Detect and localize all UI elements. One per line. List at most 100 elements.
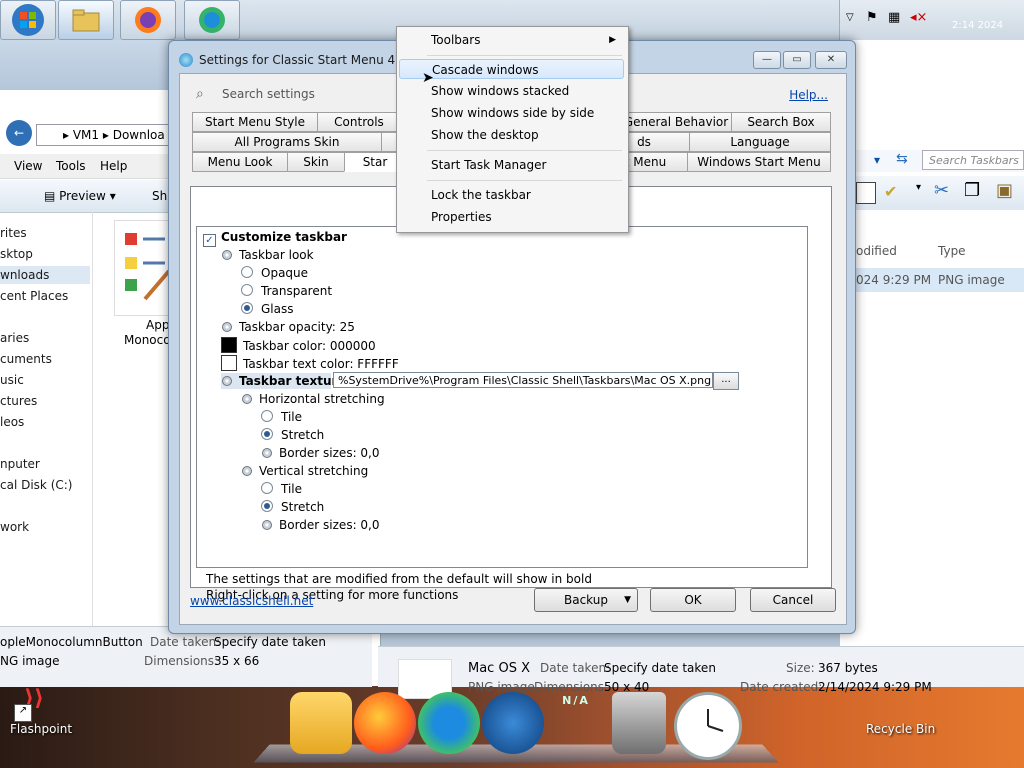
detail-date-value[interactable]: Specify date taken bbox=[604, 661, 716, 675]
radio-selected-icon[interactable] bbox=[261, 500, 273, 512]
tab-search-box[interactable]: Search Box bbox=[731, 112, 831, 132]
file-explorer-taskbar-button[interactable] bbox=[58, 0, 114, 40]
tab-hidden[interactable] bbox=[381, 132, 397, 152]
view-toggle-icon[interactable] bbox=[856, 182, 876, 204]
minimize-button[interactable]: — bbox=[753, 51, 781, 69]
address-segment[interactable]: VM1 bbox=[73, 128, 99, 142]
menu-view[interactable]: View bbox=[14, 159, 42, 173]
nav-network[interactable]: work bbox=[0, 520, 29, 534]
nav-music[interactable]: usic bbox=[0, 373, 24, 387]
tab-language[interactable]: Language bbox=[689, 132, 831, 152]
scissors-icon[interactable]: ✂ bbox=[934, 180, 949, 201]
radio-selected-icon[interactable] bbox=[261, 428, 273, 440]
nav-favorites[interactable]: rites bbox=[0, 226, 27, 240]
dock-clock-icon[interactable] bbox=[674, 692, 742, 760]
v-tile-option[interactable]: Tile bbox=[261, 481, 302, 497]
paste-icon[interactable]: ▣ bbox=[996, 180, 1013, 201]
h-stretch-option[interactable]: Stretch bbox=[261, 427, 324, 443]
tab-general-behavior[interactable]: General Behavior bbox=[620, 112, 732, 132]
cancel-button[interactable]: Cancel bbox=[750, 588, 836, 612]
column-type[interactable]: Type bbox=[938, 244, 966, 258]
dock-trash-icon[interactable] bbox=[612, 692, 666, 754]
flashpoint-label[interactable]: Flashpoint bbox=[10, 722, 72, 736]
taskbar-opacity-row[interactable]: Taskbar opacity: 25 bbox=[221, 319, 355, 335]
tray-clock[interactable]: 2:14 2024 bbox=[952, 20, 1003, 31]
taskbar-texture-row[interactable]: Taskbar texture bbox=[221, 373, 346, 389]
dock-windows-start-icon[interactable] bbox=[482, 692, 544, 754]
tray-expand-icon[interactable]: ▽ bbox=[846, 12, 854, 23]
detail-date-value[interactable]: Specify date taken bbox=[214, 635, 326, 649]
dropdown-icon[interactable]: ▾ bbox=[916, 182, 921, 193]
checkbox-checked-icon[interactable]: ✓ bbox=[203, 234, 216, 247]
tab-start-menu-style[interactable]: Start Menu Style bbox=[192, 112, 318, 132]
texture-path-input[interactable]: %SystemDrive%\Program Files\Classic Shel… bbox=[333, 372, 713, 388]
search-taskbars-input[interactable]: Search Taskbars bbox=[922, 150, 1024, 170]
copy-icon[interactable]: ❐ bbox=[964, 180, 980, 201]
vertical-stretching-row[interactable]: Vertical stretching bbox=[241, 463, 368, 479]
classicshell-website-link[interactable]: www.classicshell.net bbox=[190, 594, 313, 608]
menu-item-properties[interactable]: Properties bbox=[399, 207, 624, 227]
column-modified[interactable]: odified bbox=[856, 244, 897, 258]
nav-pictures[interactable]: ctures bbox=[0, 394, 37, 408]
menu-item-toolbars[interactable]: Toolbars ▶ bbox=[399, 30, 624, 50]
transparent-option[interactable]: Transparent bbox=[241, 283, 332, 299]
dock-edge-icon[interactable] bbox=[418, 692, 480, 754]
menu-item-lock-taskbar[interactable]: Lock the taskbar bbox=[399, 185, 624, 205]
network-icon[interactable]: ▦ bbox=[888, 10, 900, 25]
close-button[interactable]: ✕ bbox=[815, 51, 847, 69]
nav-downloads[interactable]: wnloads bbox=[0, 266, 90, 284]
v-border-sizes-row[interactable]: Border sizes: 0,0 bbox=[261, 517, 380, 533]
nav-recent-places[interactable]: cent Places bbox=[0, 289, 68, 303]
nav-documents[interactable]: cuments bbox=[0, 352, 52, 366]
nav-computer[interactable]: nputer bbox=[0, 457, 40, 471]
taskbar-color-row[interactable]: Taskbar color: 000000 bbox=[221, 337, 376, 353]
tab-windows-start-menu[interactable]: Windows Start Menu bbox=[687, 152, 831, 172]
h-tile-option[interactable]: Tile bbox=[261, 409, 302, 425]
radio-icon[interactable] bbox=[241, 266, 253, 278]
refresh-icon[interactable]: ⇆ bbox=[896, 151, 908, 167]
nav-libraries[interactable]: aries bbox=[0, 331, 29, 345]
menu-tools[interactable]: Tools bbox=[56, 159, 86, 173]
edge-taskbar-button[interactable] bbox=[184, 0, 240, 40]
nav-local-disk[interactable]: cal Disk (C:) bbox=[0, 478, 72, 492]
flag-icon[interactable]: ⚑ bbox=[866, 10, 878, 25]
menu-item-show-windows-side-by-side[interactable]: Show windows side by side bbox=[399, 103, 624, 123]
menu-help[interactable]: Help bbox=[100, 159, 127, 173]
tab-all-programs-skin[interactable]: All Programs Skin bbox=[192, 132, 382, 152]
glass-option[interactable]: Glass bbox=[241, 301, 294, 317]
file-label[interactable]: App bbox=[146, 318, 169, 332]
radio-selected-icon[interactable] bbox=[241, 302, 253, 314]
dock-firefox-icon[interactable] bbox=[354, 692, 416, 754]
help-link[interactable]: Help... bbox=[789, 88, 828, 102]
taskbar-text-color-row[interactable]: Taskbar text color: FFFFFF bbox=[221, 355, 399, 371]
maximize-button[interactable]: ▭ bbox=[783, 51, 811, 69]
dropdown-arrow-icon[interactable]: ▼ bbox=[624, 589, 631, 611]
recycle-bin-label[interactable]: Recycle Bin bbox=[866, 722, 935, 736]
dropdown-arrow-icon[interactable]: ▾ bbox=[874, 153, 880, 167]
checklist-icon[interactable]: ✔ bbox=[884, 182, 897, 201]
back-arrow-icon[interactable]: ← bbox=[6, 120, 32, 146]
h-border-sizes-row[interactable]: Border sizes: 0,0 bbox=[261, 445, 380, 461]
backup-button[interactable]: Backup ▼ bbox=[534, 588, 638, 612]
tab-menu-look[interactable]: Menu Look bbox=[192, 152, 288, 172]
file-label-2[interactable]: Monoco bbox=[124, 333, 171, 347]
browse-button[interactable]: ... bbox=[713, 372, 739, 390]
ok-button[interactable]: OK bbox=[650, 588, 736, 612]
radio-icon[interactable] bbox=[241, 284, 253, 296]
address-segment[interactable]: Downloa bbox=[113, 128, 165, 142]
radio-icon[interactable] bbox=[261, 410, 273, 422]
file-row[interactable]: 024 9:29 PM PNG image bbox=[840, 268, 1024, 292]
radio-icon[interactable] bbox=[261, 482, 273, 494]
customize-taskbar-row[interactable]: ✓ Customize taskbar bbox=[203, 229, 347, 247]
search-settings-input[interactable]: Search settings bbox=[196, 84, 406, 104]
preview-button[interactable]: ▤ Preview ▾ bbox=[44, 189, 116, 203]
horizontal-stretching-row[interactable]: Horizontal stretching bbox=[241, 391, 385, 407]
dock-file-explorer-icon[interactable] bbox=[290, 692, 352, 754]
color-swatch-black[interactable] bbox=[221, 337, 237, 353]
taskbar-look-row[interactable]: Taskbar look bbox=[221, 247, 314, 263]
tab-controls[interactable]: Controls bbox=[317, 112, 401, 132]
v-stretch-option[interactable]: Stretch bbox=[261, 499, 324, 515]
volume-muted-icon[interactable]: ◂× bbox=[910, 10, 927, 25]
nav-videos[interactable]: leos bbox=[0, 415, 24, 429]
menu-item-show-desktop[interactable]: Show the desktop bbox=[399, 125, 624, 145]
